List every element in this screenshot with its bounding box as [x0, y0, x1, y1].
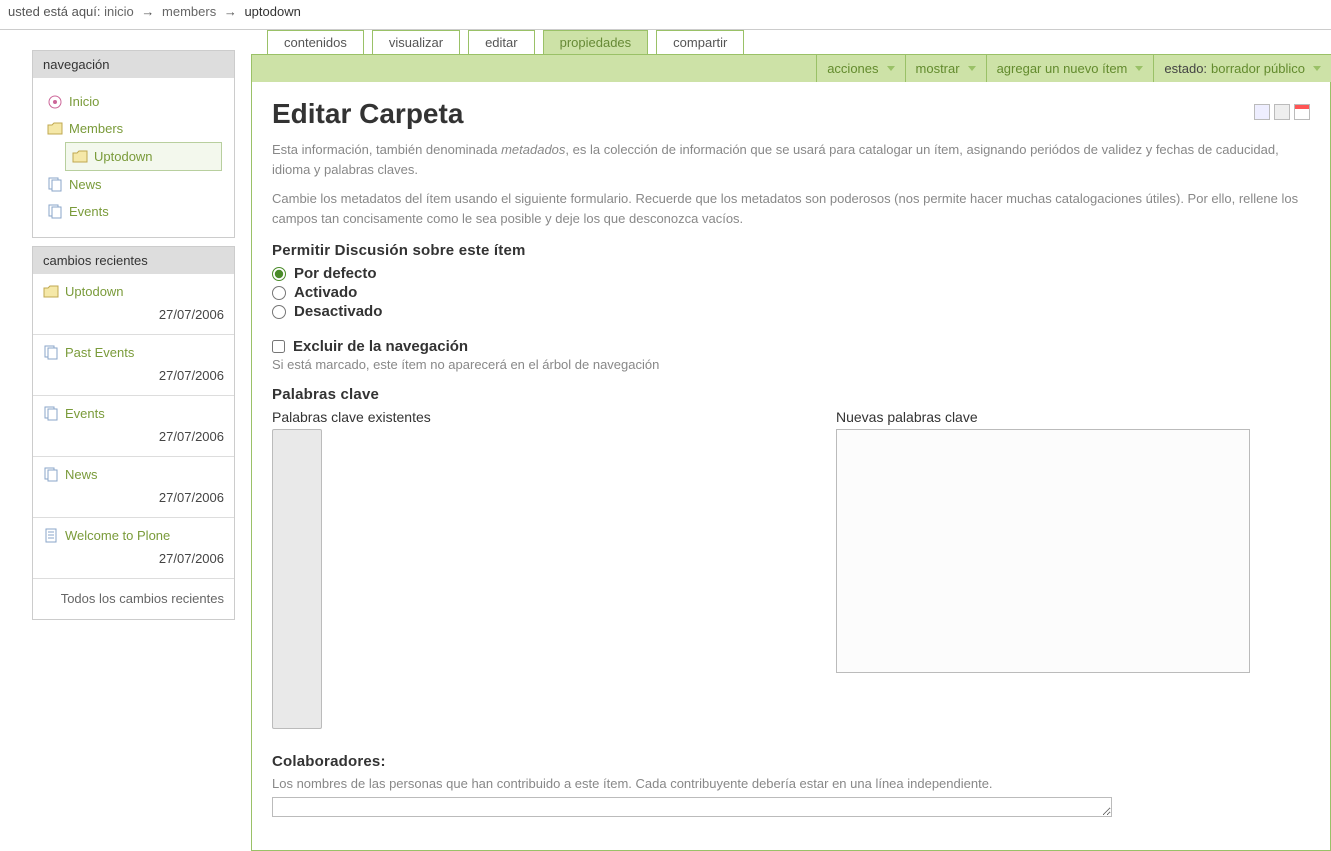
breadcrumb-members[interactable]: members	[162, 4, 216, 19]
radio-default[interactable]: Por defecto	[272, 265, 1310, 282]
action-estado[interactable]: estado: borrador público	[1153, 55, 1331, 82]
exclude-navigation-help: Si está marcado, este ítem no aparecerá …	[272, 357, 1310, 372]
radio-desactivado[interactable]: Desactivado	[272, 303, 1310, 320]
tab-contenidos[interactable]: contenidos	[267, 30, 364, 54]
description-2: Cambie los metadatos del ítem usando el …	[272, 189, 1310, 228]
folder-icon	[43, 285, 59, 299]
recent-link[interactable]: Welcome to Plone	[65, 528, 170, 543]
recent-item[interactable]: Events 27/07/2006	[33, 396, 234, 457]
exclude-navigation-label: Excluir de la navegación	[293, 338, 468, 355]
mail-icon[interactable]	[1254, 104, 1270, 120]
multipage-icon	[43, 346, 59, 360]
tab-editar[interactable]: editar	[468, 30, 535, 54]
contributors-section-title: Colaboradores:	[272, 753, 1310, 770]
radio-default-input[interactable]	[272, 267, 286, 281]
existing-keywords-label: Palabras clave existentes	[272, 409, 431, 425]
document-actions	[1254, 104, 1310, 120]
action-agregar[interactable]: agregar un nuevo ítem	[986, 55, 1154, 82]
recent-link[interactable]: Events	[65, 406, 105, 421]
navigation-header: navegación	[33, 51, 234, 78]
all-recent-changes-link[interactable]: Todos los cambios recientes	[33, 579, 234, 619]
page-title: Editar Carpeta	[272, 98, 1310, 130]
action-acciones[interactable]: acciones	[816, 55, 904, 82]
action-label: acciones	[827, 61, 878, 76]
recent-date: 27/07/2006	[43, 307, 224, 322]
breadcrumb-label: usted está aquí:	[8, 4, 101, 19]
navigation-portlet: navegación Inicio Members Uptodown News	[32, 50, 235, 238]
nav-item-inicio[interactable]: Inicio	[45, 88, 222, 115]
description-1: Esta información, también denominada met…	[272, 140, 1310, 179]
new-keywords-label: Nuevas palabras clave	[836, 409, 1250, 425]
new-keywords-textarea[interactable]	[836, 429, 1250, 673]
recent-item[interactable]: Past Events 27/07/2006	[33, 335, 234, 396]
breadcrumb-arrow-icon: →	[141, 4, 154, 19]
home-icon	[47, 95, 63, 109]
recent-date: 27/07/2006	[43, 368, 224, 383]
nav-link-members[interactable]: Members	[69, 121, 123, 136]
multipage-icon	[47, 178, 63, 192]
folder-icon	[72, 150, 88, 164]
recent-changes-header: cambios recientes	[33, 247, 234, 274]
estado-label: estado:	[1164, 61, 1207, 76]
existing-keywords-select[interactable]	[272, 429, 322, 729]
breadcrumb-inicio[interactable]: inicio	[104, 4, 134, 19]
chevron-down-icon	[1135, 66, 1143, 71]
exclude-navigation-checkbox[interactable]	[272, 340, 285, 353]
radio-desactivado-input[interactable]	[272, 305, 286, 319]
recent-item[interactable]: Uptodown 27/07/2006	[33, 274, 234, 335]
recent-changes-portlet: cambios recientes Uptodown 27/07/2006 Pa…	[32, 246, 235, 620]
action-label: agregar un nuevo ítem	[997, 61, 1128, 76]
nav-item-members[interactable]: Members	[45, 115, 222, 142]
nav-item-uptodown[interactable]: Uptodown	[65, 142, 222, 171]
print-icon[interactable]	[1274, 104, 1290, 120]
breadcrumb-uptodown[interactable]: uptodown	[244, 4, 300, 19]
action-label: mostrar	[916, 61, 960, 76]
recent-link[interactable]: Past Events	[65, 345, 134, 360]
discussion-section-title: Permitir Discusión sobre este ítem	[272, 242, 1310, 259]
breadcrumb-arrow-icon: →	[224, 4, 237, 19]
nav-item-news[interactable]: News	[45, 171, 222, 198]
discussion-radio-group: Por defecto Activado Desactivado	[272, 265, 1310, 320]
content-area: Editar Carpeta Esta información, también…	[251, 82, 1331, 851]
nav-item-events[interactable]: Events	[45, 198, 222, 225]
radio-activado[interactable]: Activado	[272, 284, 1310, 301]
action-bar: acciones mostrar agregar un nuevo ítem e…	[251, 54, 1331, 82]
recent-item[interactable]: Welcome to Plone 27/07/2006	[33, 518, 234, 579]
folder-icon	[47, 122, 63, 136]
nav-link-news[interactable]: News	[69, 177, 102, 192]
multipage-icon	[47, 205, 63, 219]
nav-link-uptodown[interactable]: Uptodown	[94, 149, 153, 164]
contributors-textarea[interactable]	[272, 797, 1112, 817]
recent-date: 27/07/2006	[43, 551, 224, 566]
recent-date: 27/07/2006	[43, 490, 224, 505]
action-mostrar[interactable]: mostrar	[905, 55, 986, 82]
estado-value: borrador público	[1211, 61, 1305, 76]
content-tabs: contenidos visualizar editar propiedades…	[251, 30, 1331, 54]
chevron-down-icon	[887, 66, 895, 71]
multipage-icon	[43, 407, 59, 421]
chevron-down-icon	[1313, 66, 1321, 71]
keywords-section-title: Palabras clave	[272, 386, 1310, 403]
radio-activado-input[interactable]	[272, 286, 286, 300]
tab-compartir[interactable]: compartir	[656, 30, 744, 54]
tab-visualizar[interactable]: visualizar	[372, 30, 460, 54]
multipage-icon	[43, 468, 59, 482]
contributors-help: Los nombres de las personas que han cont…	[272, 776, 1310, 791]
nav-link-events[interactable]: Events	[69, 204, 109, 219]
nav-link-inicio[interactable]: Inicio	[69, 94, 99, 109]
calendar-icon[interactable]	[1294, 104, 1310, 120]
breadcrumb: usted está aquí: inicio → members → upto…	[0, 0, 1331, 30]
recent-item[interactable]: News 27/07/2006	[33, 457, 234, 518]
chevron-down-icon	[968, 66, 976, 71]
page-icon	[43, 529, 59, 543]
recent-link[interactable]: News	[65, 467, 98, 482]
tab-propiedades[interactable]: propiedades	[543, 30, 649, 54]
recent-date: 27/07/2006	[43, 429, 224, 444]
recent-link[interactable]: Uptodown	[65, 284, 124, 299]
